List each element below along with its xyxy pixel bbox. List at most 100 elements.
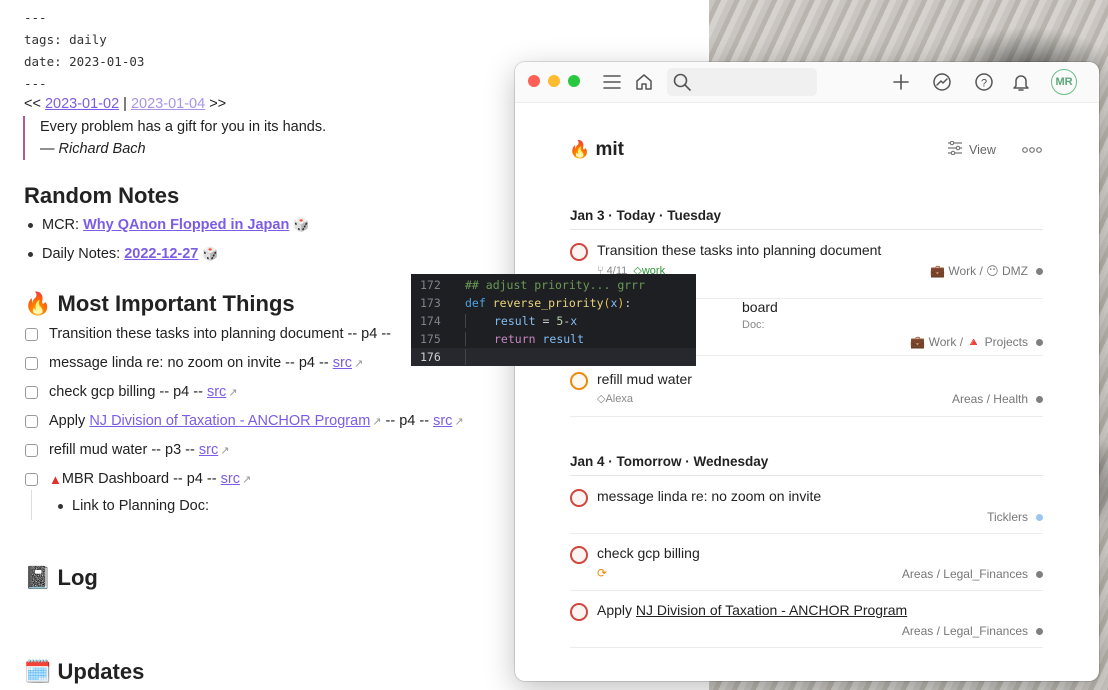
- recurring-icon: ⟳: [597, 566, 608, 580]
- project-path: Areas / Health: [951, 392, 1028, 406]
- frontmatter-line: ---: [24, 10, 47, 25]
- task-row[interactable]: message linda re: no zoom on invite Tick…: [570, 487, 1043, 534]
- menu-icon[interactable]: [601, 72, 623, 92]
- task-row[interactable]: Apply NJ Division of Taxation - ANCHOR P…: [570, 601, 1043, 648]
- task-complete-checkbox[interactable]: [570, 546, 588, 564]
- code-line: 174 result = 5-x: [411, 312, 696, 330]
- random-notes-heading: Random Notes: [24, 183, 180, 208]
- task-item: ▲ MBR Dashboard -- p4 -- src ↗: [25, 471, 251, 487]
- task-text: Apply: [49, 413, 86, 429]
- dice-icon: 🎲: [202, 246, 219, 261]
- task-checkbox[interactable]: [25, 414, 38, 428]
- task-item: check gcp billing -- p4 -- src ↗: [25, 384, 238, 400]
- code-line: 173 def reverse_priority(x):: [411, 294, 696, 312]
- task-item: message linda re: no zoom on invite -- p…: [25, 355, 363, 371]
- updates-heading-text: Updates: [57, 659, 145, 684]
- task-checkbox[interactable]: [25, 385, 38, 399]
- home-icon[interactable]: [633, 72, 655, 92]
- productivity-icon[interactable]: [931, 72, 953, 92]
- external-link-icon: ↗: [372, 415, 382, 428]
- avatar[interactable]: MR: [1051, 69, 1077, 95]
- prev-day-link[interactable]: 2023-01-02: [45, 96, 119, 112]
- note-link[interactable]: Why QAnon Flopped in Japan: [83, 217, 289, 233]
- todoist-window[interactable]: ? MR 🔥 mit View Jan 3 · Today · Tuesday …: [515, 62, 1099, 681]
- search-input[interactable]: [667, 68, 817, 96]
- code-preview-popup[interactable]: 172 ## adjust priority... grrr 173 def r…: [411, 274, 696, 366]
- task-checkbox[interactable]: [25, 443, 38, 457]
- src-link[interactable]: src: [199, 442, 218, 458]
- close-button[interactable]: [528, 75, 540, 87]
- item-label: MCR:: [42, 217, 80, 233]
- task-title[interactable]: board: [742, 299, 778, 315]
- task-project[interactable]: Areas / Legal_Finances: [902, 567, 1043, 581]
- bullet-icon: [28, 251, 33, 257]
- code-number: 5: [556, 314, 564, 328]
- task-title-link[interactable]: NJ Division of Taxation - ANCHOR Program: [636, 602, 907, 618]
- src-link[interactable]: src: [333, 355, 352, 371]
- zoom-button[interactable]: [568, 75, 580, 87]
- view-button[interactable]: View: [947, 140, 996, 158]
- list-item: Daily Notes: 2022-12-27 🎲: [28, 246, 219, 262]
- daily-nav: << 2023-01-02 | 2023-01-04 >>: [24, 96, 226, 112]
- task-title[interactable]: check gcp billing: [597, 545, 700, 561]
- src-link[interactable]: src: [207, 384, 226, 400]
- nav-separator: |: [123, 96, 127, 112]
- svg-text:?: ?: [981, 78, 987, 90]
- mit-heading-text: Most Important Things: [57, 291, 295, 316]
- task-complete-checkbox[interactable]: [570, 372, 588, 390]
- bullet-icon: [28, 222, 33, 228]
- next-day-link[interactable]: 2023-01-04: [131, 96, 205, 112]
- project-color-dot: [1036, 338, 1043, 346]
- code-line-current: 176: [411, 348, 696, 366]
- task-complete-checkbox[interactable]: [570, 489, 588, 507]
- help-icon[interactable]: ?: [973, 72, 995, 92]
- task-row[interactable]: refill mud water ◇Alexa Areas / Health: [570, 370, 1043, 417]
- minimize-button[interactable]: [548, 75, 560, 87]
- label-tag[interactable]: ◇Alexa: [597, 392, 633, 405]
- task-title[interactable]: Apply NJ Division of Taxation - ANCHOR P…: [597, 602, 907, 618]
- task-checkbox[interactable]: [25, 327, 38, 341]
- src-link[interactable]: src: [433, 413, 452, 429]
- task-text: message linda re: no zoom on invite -- p…: [49, 355, 329, 371]
- fire-icon: 🔥: [24, 291, 52, 316]
- anchor-program-link[interactable]: NJ Division of Taxation - ANCHOR Program: [89, 413, 370, 429]
- task-checkbox[interactable]: [25, 356, 38, 370]
- task-project[interactable]: Areas / Health: [952, 392, 1043, 406]
- task-text: refill mud water -- p3 --: [49, 442, 195, 458]
- day-section-heading: Jan 3 · Today · Tuesday: [570, 208, 1043, 230]
- task-project[interactable]: 💼 Work / 😶 DMZ: [930, 264, 1043, 278]
- bell-icon[interactable]: [1010, 72, 1032, 92]
- task-checkbox[interactable]: [25, 472, 38, 486]
- external-link-icon: ↗: [228, 386, 238, 399]
- line-number: 172: [420, 278, 441, 292]
- task-title[interactable]: refill mud water: [597, 371, 692, 387]
- task-title[interactable]: Transition these tasks into planning doc…: [597, 242, 881, 258]
- more-options-icon[interactable]: [1021, 141, 1043, 157]
- note-link[interactable]: 2022-12-27: [124, 246, 198, 262]
- task-project[interactable]: Ticklers: [987, 510, 1043, 524]
- code-var: result: [465, 314, 536, 328]
- list-item: MCR: Why QAnon Flopped in Japan 🎲: [28, 217, 310, 233]
- line-number: 175: [420, 332, 441, 346]
- add-task-icon[interactable]: [890, 72, 912, 92]
- task-complete-checkbox[interactable]: [570, 243, 588, 261]
- warning-triangle-icon: ▲: [49, 471, 62, 487]
- divider: [570, 416, 1043, 417]
- src-link[interactable]: src: [221, 471, 240, 487]
- task-complete-checkbox[interactable]: [570, 603, 588, 621]
- label-name: Alexa: [605, 393, 633, 405]
- project-title: 🔥 mit: [569, 139, 624, 161]
- task-row[interactable]: check gcp billing ⟳ Areas / Legal_Financ…: [570, 544, 1043, 591]
- project-color-dot: [1036, 627, 1043, 635]
- external-link-icon: ↗: [454, 415, 464, 428]
- task-title[interactable]: message linda re: no zoom on invite: [597, 488, 821, 504]
- code-var: result: [542, 332, 585, 346]
- fire-icon: 🔥: [569, 140, 591, 159]
- quote-author: — Richard Bach: [40, 141, 146, 157]
- task-project[interactable]: 💼 Work / 🔺 Projects: [910, 335, 1043, 349]
- task-project[interactable]: Areas / Legal_Finances: [902, 624, 1043, 638]
- frontmatter-line: ---: [24, 76, 47, 91]
- log-heading-text: Log: [57, 565, 98, 590]
- project-color-dot: [1036, 513, 1043, 521]
- title-bar: ? MR: [515, 62, 1099, 103]
